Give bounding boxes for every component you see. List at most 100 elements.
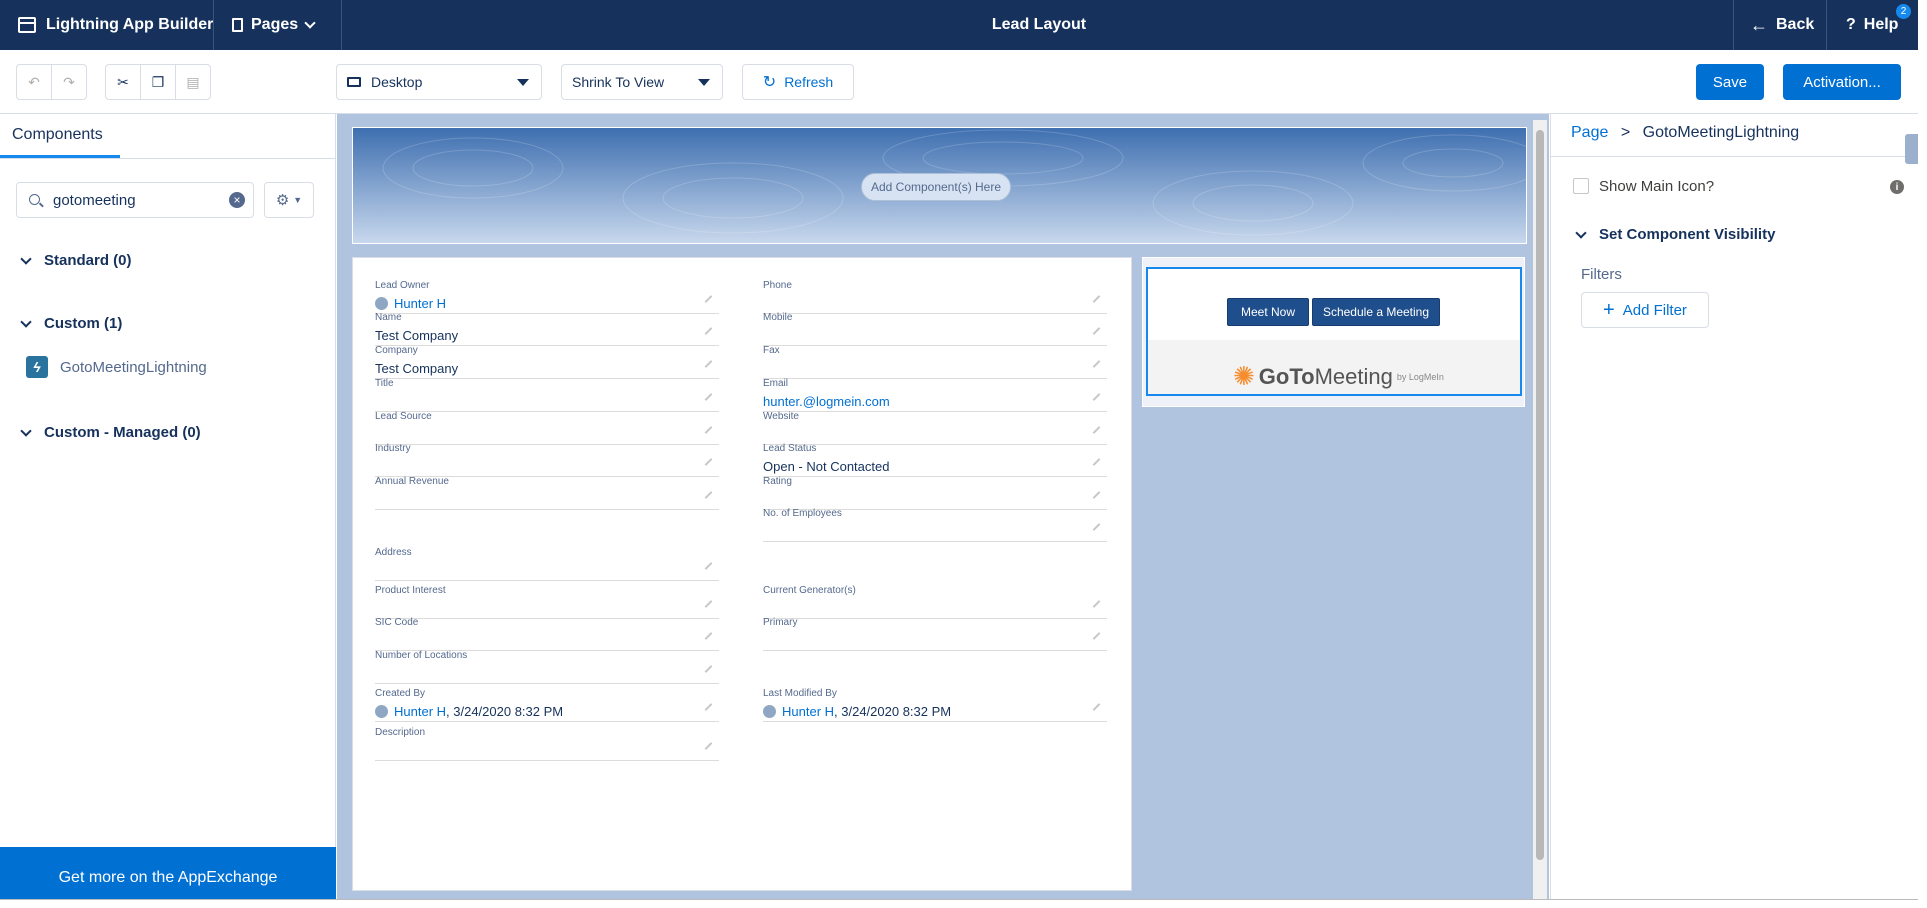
edit-pencil-icon[interactable]	[1092, 360, 1101, 368]
show-main-icon-checkbox[interactable]	[1573, 178, 1589, 194]
field-website[interactable]: Website	[763, 411, 1107, 445]
field-label: Name	[375, 312, 402, 323]
chevron-down-icon	[304, 16, 316, 29]
edit-pencil-icon[interactable]	[704, 665, 713, 673]
edit-pencil-icon[interactable]	[1092, 703, 1101, 711]
copy-icon: ❐	[151, 73, 165, 90]
edit-pencil-icon[interactable]	[704, 295, 713, 303]
plus-icon: +	[1603, 299, 1615, 321]
edit-pencil-icon[interactable]	[704, 360, 713, 368]
record-detail-card[interactable]: Lead Owner Hunter H Name Test Company Compan…	[352, 257, 1132, 891]
edit-pencil-icon[interactable]	[1092, 426, 1101, 434]
field-current-generator-s[interactable]: Current Generator(s)	[763, 585, 1107, 619]
edit-pencil-icon[interactable]	[1092, 295, 1101, 303]
field-label: Mobile	[763, 312, 793, 323]
field-rating[interactable]: Rating	[763, 476, 1107, 510]
edit-pencil-icon[interactable]	[704, 703, 713, 711]
cut-button[interactable]: ✂	[105, 64, 141, 100]
edit-pencil-icon[interactable]	[704, 491, 713, 499]
section-custom-managed[interactable]: Custom - Managed (0)	[20, 424, 201, 441]
field-industry[interactable]: Industry	[375, 443, 719, 477]
field-link[interactable]: Hunter H	[394, 296, 446, 311]
field-product-interest[interactable]: Product Interest	[375, 585, 719, 619]
edit-pencil-icon[interactable]	[704, 458, 713, 466]
field-email[interactable]: Email hunter.@logmein.com	[763, 378, 1107, 412]
question-icon: ?	[1846, 16, 1856, 33]
section-standard[interactable]: Standard (0)	[20, 252, 132, 269]
edit-pencil-icon[interactable]	[704, 632, 713, 640]
edit-pencil-icon[interactable]	[1092, 458, 1101, 466]
edit-pencil-icon[interactable]	[704, 327, 713, 335]
edit-pencil-icon[interactable]	[704, 600, 713, 608]
field-address[interactable]: Address	[375, 547, 719, 581]
edit-pencil-icon[interactable]	[1092, 327, 1101, 335]
activation-button[interactable]: Activation...	[1783, 64, 1901, 100]
field-created-by[interactable]: Created By Hunter H, 3/24/2020 8:32 PM	[375, 688, 719, 722]
field-link[interactable]: hunter.@logmein.com	[763, 394, 890, 409]
field-name[interactable]: Name Test Company	[375, 312, 719, 346]
tab-components[interactable]: Components	[0, 114, 120, 158]
view-select[interactable]: Shrink To View	[561, 64, 723, 100]
save-button[interactable]: Save	[1696, 64, 1764, 100]
edit-pencil-icon[interactable]	[704, 393, 713, 401]
field-lead-owner[interactable]: Lead Owner Hunter H	[375, 280, 719, 314]
field-label: Email	[763, 378, 789, 389]
copy-button[interactable]: ❐	[140, 64, 176, 100]
canvas-scroll-thumb[interactable]	[1536, 130, 1544, 860]
field-phone[interactable]: Phone	[763, 280, 1107, 314]
pages-menu-button[interactable]: Pages	[232, 0, 316, 50]
component-item-gotomeeting[interactable]: ϟ GotoMeetingLightning	[26, 356, 207, 378]
edit-pencil-icon[interactable]	[1092, 491, 1101, 499]
component-search-input[interactable]: gotomeeting ×	[16, 182, 254, 218]
field-label: Website	[763, 411, 799, 422]
field-company[interactable]: Company Test Company	[375, 345, 719, 379]
field-mobile[interactable]: Mobile	[763, 312, 1107, 346]
field-no-of-employees[interactable]: No. of Employees	[763, 508, 1107, 542]
section-custom[interactable]: Custom (1)	[20, 315, 122, 332]
field-number-of-locations[interactable]: Number of Locations	[375, 650, 719, 684]
lightning-component-icon: ϟ	[26, 356, 48, 378]
field-lead-source[interactable]: Lead Source	[375, 411, 719, 445]
help-button[interactable]: ? Help	[1846, 0, 1898, 50]
refresh-button[interactable]: ↻ Refresh	[742, 64, 854, 100]
field-annual-revenue[interactable]: Annual Revenue	[375, 476, 719, 510]
collapse-panel-handle[interactable]	[1905, 134, 1919, 164]
user-avatar-icon	[375, 705, 388, 718]
info-icon[interactable]: i	[1890, 180, 1904, 194]
paste-button[interactable]: ▤	[175, 64, 211, 100]
edit-pencil-icon[interactable]	[1092, 523, 1101, 531]
field-label: Lead Status	[763, 443, 817, 454]
schedule-meeting-button[interactable]: Schedule a Meeting	[1312, 298, 1440, 326]
add-components-here-button[interactable]: Add Component(s) Here	[861, 173, 1011, 201]
add-filter-button[interactable]: + Add Filter	[1581, 292, 1709, 328]
redo-button[interactable]: ↷	[51, 64, 87, 100]
device-select[interactable]: Desktop	[336, 64, 542, 100]
edit-pencil-icon[interactable]	[1092, 600, 1101, 608]
caret-down-icon	[698, 79, 710, 86]
settings-menu-button[interactable]: ⚙ ▼	[264, 182, 314, 218]
clear-icon[interactable]: ×	[229, 192, 245, 208]
field-last-modified-by[interactable]: Last Modified By Hunter H, 3/24/2020 8:32…	[763, 688, 1107, 722]
field-title[interactable]: Title	[375, 378, 719, 412]
edit-pencil-icon[interactable]	[704, 742, 713, 750]
desktop-icon	[347, 77, 361, 87]
back-button[interactable]: ← Back	[1750, 0, 1814, 50]
undo-button[interactable]: ↶	[16, 64, 52, 100]
edit-pencil-icon[interactable]	[704, 562, 713, 570]
field-description[interactable]: Description	[375, 727, 719, 761]
field-lead-status[interactable]: Lead Status Open - Not Contacted	[763, 443, 1107, 477]
field-primary[interactable]: Primary	[763, 617, 1107, 651]
field-link[interactable]: Hunter H	[394, 704, 446, 719]
meet-now-button[interactable]: Meet Now	[1227, 298, 1309, 326]
caret-down-icon	[517, 79, 529, 86]
help-notification-badge: 2	[1896, 4, 1911, 19]
edit-pencil-icon[interactable]	[1092, 393, 1101, 401]
breadcrumb-page-link[interactable]: Page	[1571, 124, 1608, 141]
component-visibility-toggle[interactable]: Set Component Visibility	[1575, 226, 1775, 243]
field-link[interactable]: Hunter H	[782, 704, 834, 719]
field-sic-code[interactable]: SIC Code	[375, 617, 719, 651]
edit-pencil-icon[interactable]	[1092, 632, 1101, 640]
edit-pencil-icon[interactable]	[704, 426, 713, 434]
undo-icon: ↶	[28, 73, 40, 90]
field-fax[interactable]: Fax	[763, 345, 1107, 379]
